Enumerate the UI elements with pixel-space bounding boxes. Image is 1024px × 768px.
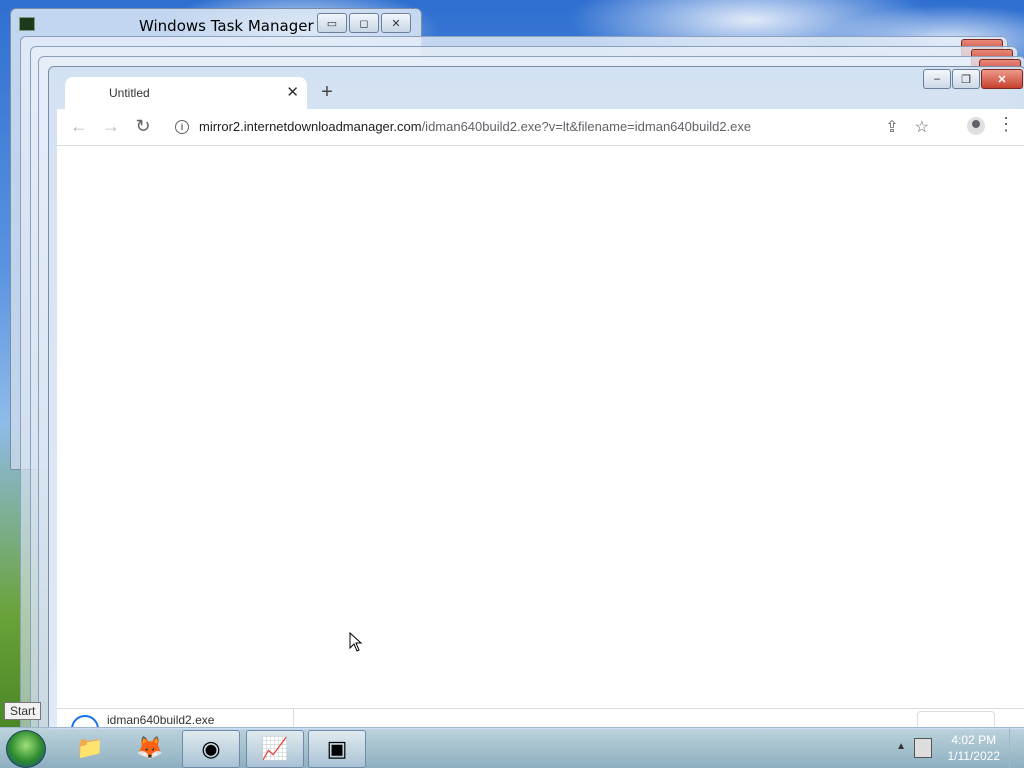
taskbar-file-explorer-icon[interactable]: 📁 [62,730,118,766]
task-manager-titlebar[interactable]: Windows Task Manager ▭ ◻ ✕ [11,9,421,39]
network-tray-icon[interactable] [914,738,932,758]
forward-arrow-icon[interactable]: → [99,116,123,137]
address-bar[interactable]: i mirror2.internetdownloadmanager.com/id… [165,111,935,143]
site-info-icon[interactable]: i [175,120,189,134]
taskbar-virtualbox-icon[interactable]: ▣ [308,730,366,768]
show-desktop-button[interactable] [1009,728,1024,768]
download-divider [293,709,294,729]
taskbar-task-manager-icon[interactable]: 📈 [246,730,304,768]
start-tooltip: Start [4,702,42,720]
download-filename[interactable]: idman640build2.exe [107,713,214,727]
tab-close-icon[interactable]: ✕ [286,83,299,101]
task-manager-icon [19,17,35,31]
task-manager-maximize-button[interactable]: ◻ [349,13,379,33]
clock-time: 4:02 PM [951,733,997,747]
show-hidden-icons-icon[interactable]: ▲ [896,741,906,752]
task-manager-title: Windows Task Manager [139,17,314,35]
browser-toolbar: ← → ↻ i mirror2.internetdownloadmanager.… [57,109,1024,146]
url-host: mirror2.internetdownloadmanager.com [199,119,422,134]
tab-untitled[interactable]: Untitled ✕ [65,77,307,109]
start-button[interactable] [6,730,46,768]
reload-icon[interactable]: ↻ [131,116,155,137]
back-arrow-icon[interactable]: ← [67,116,91,137]
clock-date: 1/11/2022 [947,749,1001,763]
share-icon[interactable]: ⇪ [885,117,898,137]
taskbar: 📁 🦊 ◉ 📈 ▣ ▲ 4:02 PM 1/11/2022 [0,727,1024,768]
bookmark-star-icon[interactable]: ☆ [915,117,929,137]
page-content[interactable] [57,146,1024,709]
mouse-cursor-icon [349,632,363,652]
profile-avatar-icon[interactable] [967,117,985,135]
task-manager-minimize-button[interactable]: ▭ [317,13,347,33]
chrome-window[interactable]: – ❐ ✕ Untitled ✕ + ← → ↻ i mirror2.inter… [48,66,1024,730]
new-tab-button[interactable]: + [315,81,339,104]
taskbar-firefox-icon[interactable]: 🦊 [122,730,178,766]
system-clock[interactable]: 4:02 PM 1/11/2022 [948,732,1001,764]
tab-title: Untitled [109,86,150,100]
address-url[interactable]: mirror2.internetdownloadmanager.com/idma… [199,119,751,134]
taskbar-chrome-icon[interactable]: ◉ [182,730,240,768]
url-path: /idman640build2.exe?v=lt&filename=idman6… [421,119,752,134]
chrome-menu-icon[interactable]: ⋮ [997,114,1015,135]
download-shelf: idman640build2.exe [57,708,1024,729]
tab-strip: Untitled ✕ + [57,77,1024,109]
task-manager-close-button[interactable]: ✕ [381,13,411,33]
